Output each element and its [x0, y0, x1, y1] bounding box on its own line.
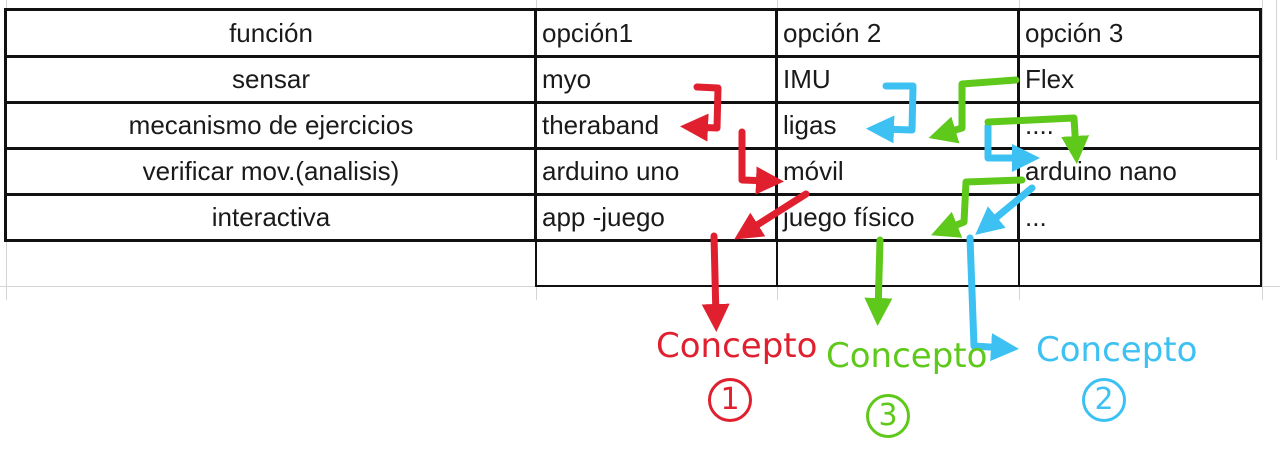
concept-2-number: 2: [1082, 378, 1126, 422]
green-arrow-segment: [864, 236, 893, 326]
green-arrow-path: [864, 76, 1090, 326]
concept-3-number: 3: [866, 394, 910, 438]
blue-arrow-segment: [975, 184, 1036, 235]
red-arrow-segment: [734, 190, 810, 240]
blue-arrow-segment: [866, 82, 917, 144]
red-arrow-segment: [680, 83, 722, 142]
annotation-arrows: [680, 76, 1090, 362]
concept-1-label: Concepto: [656, 326, 818, 366]
red-arrow-path: [680, 83, 810, 332]
blue-arrow-path: [866, 82, 1040, 362]
concept-2-label: Concepto: [1036, 330, 1198, 370]
green-arrow-segment: [984, 114, 1090, 164]
blue-arrow-segment: [984, 122, 1040, 172]
red-arrow-segment: [738, 128, 784, 195]
green-arrow-segment: [928, 76, 1020, 144]
blue-arrow-segment: [966, 234, 1019, 362]
concept-3-label: Concepto: [826, 336, 988, 376]
red-arrow-segment: [701, 232, 730, 332]
concept-1-number: 1: [708, 378, 752, 422]
